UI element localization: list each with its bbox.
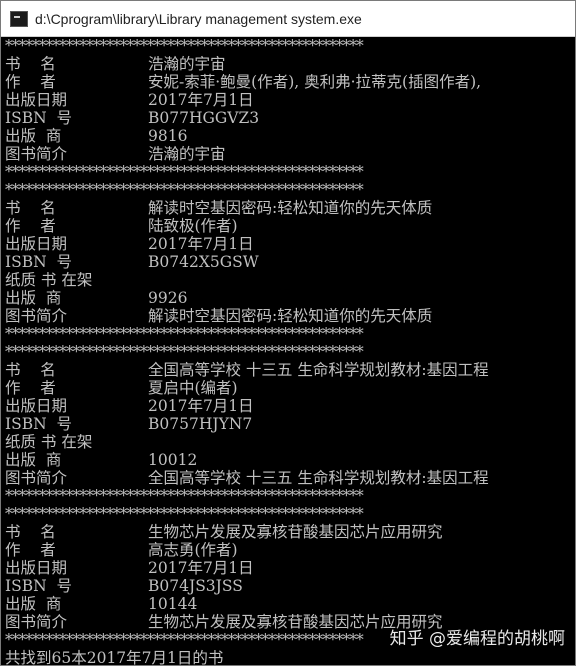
field-label: 书 名	[5, 523, 56, 541]
record-row: 图书简介 全国高等学校 十三五 生命科学规划教材:基因工程	[5, 469, 575, 487]
record-row: 图书简介 解读时空基因密码:轻松知道你的先天体质	[5, 307, 575, 325]
field-label: 出版 商	[5, 127, 62, 145]
field-label: ISBN 号	[5, 415, 73, 433]
field-label: 图书简介	[5, 145, 68, 163]
field-value: 安妮-索菲·鲍曼(作者), 奥利弗·拉蒂克(插图作者),	[148, 73, 482, 91]
field-value: 9816	[148, 127, 188, 145]
separator-line: ****************************************…	[5, 181, 364, 199]
record-row: 出版 商 9926	[5, 289, 575, 307]
record-row: 书 名 生物芯片发展及寡核苷酸基因芯片应用研究	[5, 523, 575, 541]
separator-line: ****************************************…	[5, 505, 364, 523]
record-row: ISBN 号 B0757HJYN7	[5, 415, 575, 433]
record-row: 出版 商 10012	[5, 451, 575, 469]
field-label: ISBN 号	[5, 253, 73, 271]
field-label: 图书简介	[5, 613, 68, 631]
field-value: 全国高等学校 十三五 生命科学规划教材:基因工程	[148, 469, 489, 487]
field-value: 全国高等学校 十三五 生命科学规划教材:基因工程	[148, 361, 489, 379]
field-label: 书 名	[5, 199, 56, 217]
field-value: 2017年7月1日	[148, 559, 254, 577]
field-value: 解读时空基因密码:轻松知道你的先天体质	[148, 199, 433, 217]
record-row: 出版 商 10144	[5, 595, 575, 613]
field-label: 书 名	[5, 55, 56, 73]
field-value: 陆致极(作者)	[148, 217, 238, 235]
field-value: 2017年7月1日	[148, 235, 254, 253]
record-row: 作 者 陆致极(作者)	[5, 217, 575, 235]
field-value: 浩瀚的宇宙	[148, 55, 226, 73]
field-label: 作 者	[5, 379, 56, 397]
console-window: d:\Cprogram\library\Library management s…	[0, 0, 576, 666]
field-label: 作 者	[5, 73, 56, 91]
separator-line: ****************************************…	[5, 325, 364, 343]
field-value: 解读时空基因密码:轻松知道你的先天体质	[148, 307, 433, 325]
record-row: 作 者 安妮-索菲·鲍曼(作者), 奥利弗·拉蒂克(插图作者),	[5, 73, 575, 91]
field-label: 纸质 书 在架	[5, 433, 93, 451]
record-row: 图书简介 浩瀚的宇宙	[5, 145, 575, 163]
field-value: 2017年7月1日	[148, 397, 254, 415]
window-title: d:\Cprogram\library\Library management s…	[35, 10, 362, 27]
field-value: B0742X5GSW	[148, 253, 259, 271]
separator-line: ****************************************…	[5, 343, 364, 361]
record-row: 出版日期 2017年7月1日	[5, 559, 575, 577]
field-label: 出版 商	[5, 595, 62, 613]
record-row: ISBN 号 B0742X5GSW	[5, 253, 575, 271]
field-value: 2017年7月1日	[148, 91, 254, 109]
field-label: 纸质 书 在架	[5, 271, 93, 289]
separator-line: ****************************************…	[5, 163, 364, 181]
field-value: 高志勇(作者)	[148, 541, 238, 559]
field-value: 夏启中(编者)	[148, 379, 238, 397]
separator-line: ****************************************…	[5, 487, 364, 505]
field-label: 书 名	[5, 361, 56, 379]
field-label: 出版 商	[5, 289, 62, 307]
field-value: B0757HJYN7	[148, 415, 253, 433]
console-app-icon	[10, 10, 28, 27]
separator-line: ****************************************…	[5, 37, 364, 55]
record-row: 作 者 夏启中(编者)	[5, 379, 575, 397]
record-row: 纸质 书 在架	[5, 271, 575, 289]
field-value: 9926	[148, 289, 188, 307]
record-row: 出版日期 2017年7月1日	[5, 91, 575, 109]
field-value: 浩瀚的宇宙	[148, 145, 226, 163]
record-row: 书 名 浩瀚的宇宙	[5, 55, 575, 73]
field-label: 作 者	[5, 541, 56, 559]
record-row: ISBN 号 B074JS3JSS	[5, 577, 575, 595]
field-value: 10144	[148, 595, 198, 613]
title-bar[interactable]: d:\Cprogram\library\Library management s…	[1, 1, 575, 37]
field-label: 图书简介	[5, 469, 68, 487]
field-label: 图书简介	[5, 307, 68, 325]
record-row: 书 名 全国高等学校 十三五 生命科学规划教材:基因工程	[5, 361, 575, 379]
record-row: 纸质 书 在架	[5, 433, 575, 451]
field-label: 出版 商	[5, 451, 62, 469]
field-label: ISBN 号	[5, 109, 73, 127]
record-row: 书 名 解读时空基因密码:轻松知道你的先天体质	[5, 199, 575, 217]
record-row: ISBN 号 B077HGGVZ3	[5, 109, 575, 127]
record-row: 作 者 高志勇(作者)	[5, 541, 575, 559]
summary-line: 共找到65本2017年7月1日的书	[5, 649, 224, 666]
console-output[interactable]: ****************************************…	[1, 37, 575, 666]
record-row: 出版日期 2017年7月1日	[5, 235, 575, 253]
field-label: 出版日期	[5, 91, 68, 109]
field-value: 10012	[148, 451, 198, 469]
field-label: 作 者	[5, 217, 56, 235]
field-value: 生物芯片发展及寡核苷酸基因芯片应用研究	[148, 523, 443, 541]
field-value: B077HGGVZ3	[148, 109, 260, 127]
field-label: 出版日期	[5, 235, 68, 253]
field-label: 出版日期	[5, 397, 68, 415]
field-label: ISBN 号	[5, 577, 73, 595]
field-value: B074JS3JSS	[148, 577, 243, 595]
watermark: 知乎 @爱编程的胡桃啊	[389, 629, 565, 649]
field-label: 出版日期	[5, 559, 68, 577]
record-row: 出版日期 2017年7月1日	[5, 397, 575, 415]
record-row: 出版 商 9816	[5, 127, 575, 145]
